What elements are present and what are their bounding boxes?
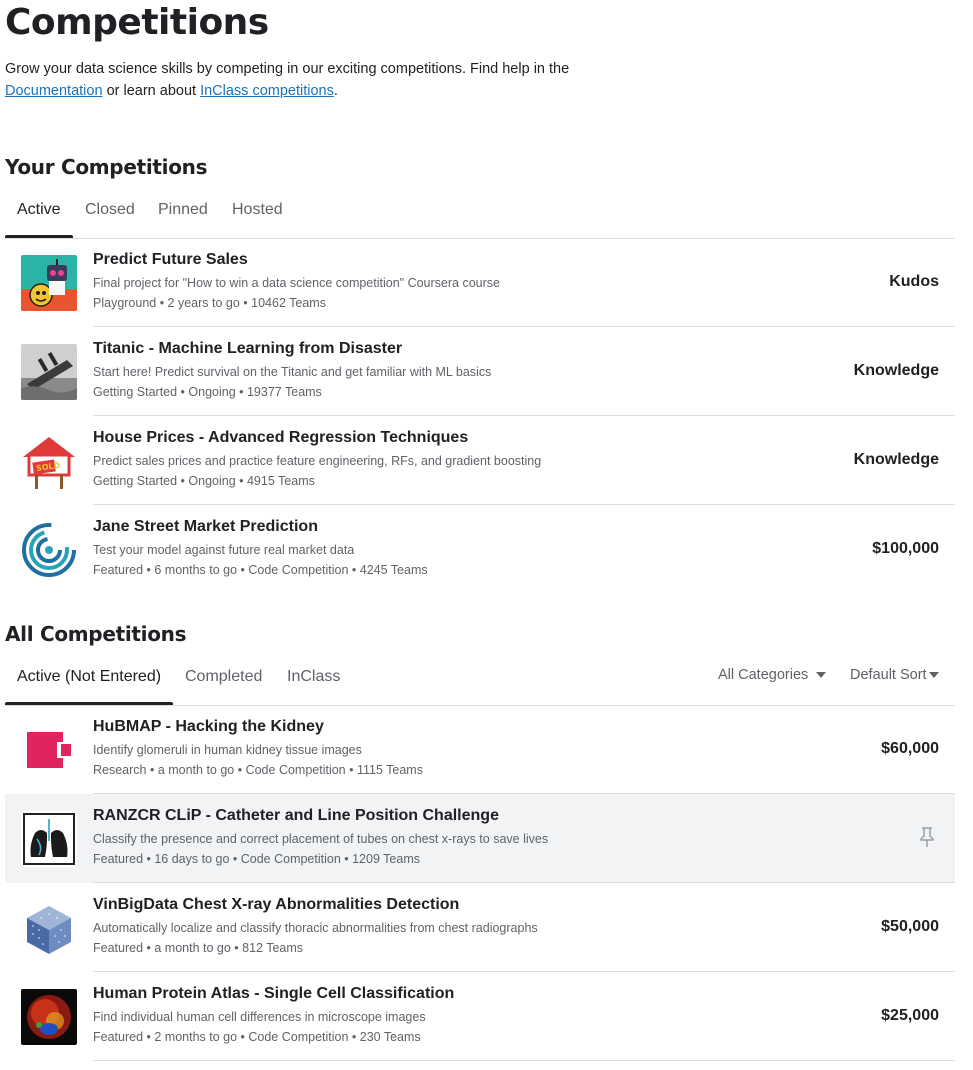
competition-description: Predict sales prices and practice featur… bbox=[93, 454, 542, 468]
competition-meta: Research • a month to go • Code Competit… bbox=[93, 763, 423, 777]
your-competitions-heading: Your Competitions bbox=[5, 155, 208, 179]
competition-title[interactable]: Jane Street Market Prediction bbox=[93, 518, 318, 536]
competition-row[interactable]: Predict Future Sales Final project for "… bbox=[5, 238, 955, 327]
competition-reward: Knowledge bbox=[853, 362, 939, 379]
intro-text: Grow your data science skills by competi… bbox=[5, 58, 645, 102]
competition-meta: Getting Started • Ongoing • 4915 Teams bbox=[93, 474, 315, 488]
competition-row[interactable]: Titanic - Machine Learning from Disaster… bbox=[5, 327, 955, 416]
competition-title[interactable]: House Prices - Advanced Regression Techn… bbox=[93, 429, 468, 447]
row-divider bbox=[93, 1060, 955, 1061]
competition-row[interactable]: Human Protein Atlas - Single Cell Classi… bbox=[5, 972, 955, 1061]
page-title: Competitions bbox=[5, 2, 269, 43]
tab-closed[interactable]: Closed bbox=[73, 190, 147, 236]
competition-reward: Kudos bbox=[889, 273, 939, 290]
lungs-thumbnail bbox=[21, 811, 77, 867]
intro-end: . bbox=[333, 83, 338, 99]
inclass-competitions-link[interactable]: InClass competitions bbox=[200, 83, 334, 99]
competition-reward: $50,000 bbox=[881, 918, 939, 935]
titanic-ship-thumbnail bbox=[21, 344, 77, 400]
sort-dropdown[interactable]: Default Sort bbox=[850, 667, 939, 683]
all-competitions-tabs: Active (Not Entered) Completed InClass A… bbox=[5, 657, 955, 706]
competition-description: Identify glomeruli in human kidney tissu… bbox=[93, 743, 362, 757]
robot-thumbnail bbox=[21, 255, 77, 311]
pin-icon[interactable] bbox=[919, 826, 935, 848]
competition-row[interactable]: RANZCR CLiP - Catheter and Line Position… bbox=[5, 794, 955, 883]
competition-row[interactable]: SOLD House Prices - Advanced Regression … bbox=[5, 416, 955, 505]
competition-description: Final project for "How to win a data sci… bbox=[93, 276, 500, 290]
house-sold-thumbnail: SOLD bbox=[21, 433, 77, 489]
chevron-down-icon bbox=[816, 672, 827, 679]
category-filter-label: All Categories bbox=[718, 667, 809, 683]
competition-description: Classify the presence and correct placem… bbox=[93, 832, 549, 846]
hubmap-logo-thumbnail bbox=[21, 722, 77, 778]
competition-description: Find individual human cell differences i… bbox=[93, 1010, 426, 1024]
intro-sentence: Grow your data science skills by competi… bbox=[5, 61, 570, 77]
competition-description: Automatically localize and classify thor… bbox=[93, 921, 538, 935]
competition-meta: Featured • a month to go • 812 Teams bbox=[93, 941, 304, 955]
competition-title[interactable]: Human Protein Atlas - Single Cell Classi… bbox=[93, 985, 454, 1003]
competition-description: Start here! Predict survival on the Tita… bbox=[93, 365, 492, 379]
tab-active[interactable]: Active bbox=[5, 190, 73, 238]
intro-mid: or learn about bbox=[106, 83, 197, 99]
competition-reward: $60,000 bbox=[881, 740, 939, 757]
tab-inclass[interactable]: InClass bbox=[275, 657, 352, 703]
competition-meta: Playground • 2 years to go • 10462 Teams bbox=[93, 296, 326, 310]
competition-reward: $100,000 bbox=[872, 540, 939, 557]
all-competitions-heading: All Competitions bbox=[5, 622, 187, 646]
tab-completed[interactable]: Completed bbox=[173, 657, 274, 703]
competition-meta: Featured • 16 days to go • Code Competit… bbox=[93, 852, 420, 866]
competition-meta: Featured • 2 months to go • Code Competi… bbox=[93, 1030, 421, 1044]
tab-pinned[interactable]: Pinned bbox=[146, 190, 220, 236]
competition-title[interactable]: Predict Future Sales bbox=[93, 251, 248, 269]
jane-street-logo-thumbnail bbox=[21, 522, 77, 578]
competition-meta: Getting Started • Ongoing • 19377 Teams bbox=[93, 385, 322, 399]
competition-title[interactable]: RANZCR CLiP - Catheter and Line Position… bbox=[93, 807, 499, 825]
competition-description: Test your model against future real mark… bbox=[93, 543, 355, 557]
competition-title[interactable]: VinBigData Chest X-ray Abnormalities Det… bbox=[93, 896, 459, 914]
competition-row[interactable]: Jane Street Market Prediction Test your … bbox=[5, 505, 955, 594]
competition-meta: Featured • 6 months to go • Code Competi… bbox=[93, 563, 428, 577]
competition-title[interactable]: HuBMAP - Hacking the Kidney bbox=[93, 718, 324, 736]
competition-reward: Knowledge bbox=[853, 451, 939, 468]
your-competitions-tabs: Active Closed Pinned Hosted bbox=[5, 190, 955, 239]
category-filter-dropdown[interactable]: All Categories bbox=[718, 667, 827, 683]
competition-title[interactable]: Titanic - Machine Learning from Disaster bbox=[93, 340, 402, 358]
sort-label: Default Sort bbox=[850, 667, 927, 683]
competition-reward: $25,000 bbox=[881, 1007, 939, 1024]
your-competitions-list: Predict Future Sales Final project for "… bbox=[5, 238, 955, 594]
cell-microscopy-thumbnail bbox=[21, 989, 77, 1045]
documentation-link[interactable]: Documentation bbox=[5, 83, 103, 99]
chevron-down-icon bbox=[928, 672, 939, 679]
competition-row[interactable]: HuBMAP - Hacking the Kidney Identify glo… bbox=[5, 705, 955, 794]
competition-row[interactable]: VinBigData Chest X-ray Abnormalities Det… bbox=[5, 883, 955, 972]
tab-hosted[interactable]: Hosted bbox=[220, 190, 295, 236]
tab-active-not-entered[interactable]: Active (Not Entered) bbox=[5, 657, 174, 705]
all-competitions-list: HuBMAP - Hacking the Kidney Identify glo… bbox=[5, 705, 955, 1061]
dotted-cube-thumbnail bbox=[21, 900, 77, 956]
